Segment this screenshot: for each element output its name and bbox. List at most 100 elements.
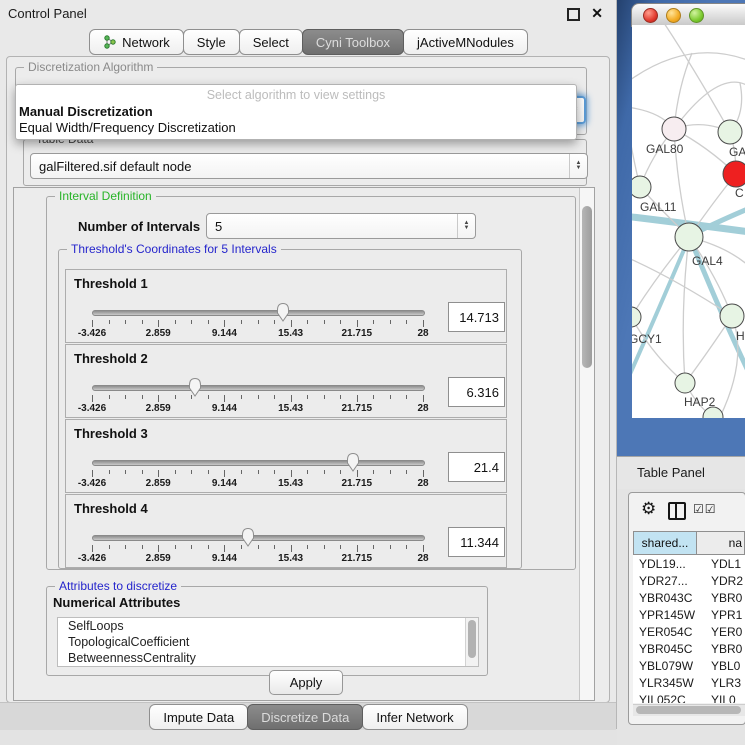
slider-track[interactable] — [92, 310, 425, 316]
table-column-header-shared[interactable]: shared... — [633, 531, 697, 555]
stepper-arrows-icon[interactable]: ▲ ▼ — [457, 214, 475, 238]
network-window-titlebar[interactable] — [631, 3, 745, 27]
tick-mark — [158, 395, 159, 402]
tick-mark — [191, 320, 192, 324]
tick-mark — [324, 470, 325, 474]
gear-icon[interactable]: ⚙ — [641, 499, 656, 519]
slider-track[interactable] — [92, 535, 425, 541]
network-node[interactable] — [675, 373, 695, 393]
table-row[interactable]: YIL052CYIL0 — [633, 691, 745, 703]
network-node[interactable] — [720, 304, 744, 328]
network-node[interactable] — [632, 307, 641, 327]
tick-label: -3.426 — [78, 328, 106, 339]
threshold-label: Threshold 2 — [74, 351, 148, 366]
settings-scrollbar[interactable] — [579, 188, 594, 700]
attributes-scrollbar-thumb[interactable] — [468, 620, 476, 658]
table-row[interactable]: YDR27...YDR2 — [633, 572, 745, 589]
tick-label: -3.426 — [78, 478, 106, 489]
numerical-attributes-list[interactable]: SelfLoopsTopologicalCoefficientBetweenne… — [57, 617, 479, 667]
tab-cyni-toolbox[interactable]: Cyni Toolbox — [302, 29, 404, 55]
slider-track[interactable] — [92, 460, 425, 466]
bottom-tab-impute-data[interactable]: Impute Data — [149, 704, 248, 730]
network-node[interactable] — [675, 223, 703, 251]
attributes-scrollbar[interactable] — [465, 618, 478, 666]
tab-network[interactable]: Network — [89, 29, 184, 55]
table-row[interactable]: YER054CYER0 — [633, 623, 745, 640]
bottom-tab-discretize-data[interactable]: Discretize Data — [247, 704, 363, 730]
tick-label: 15.43 — [278, 478, 303, 489]
table-data-combobox[interactable]: galFiltered.sif default node ▲ ▼ — [30, 153, 588, 179]
tick-mark — [357, 320, 358, 327]
column-layout-icon[interactable] — [668, 502, 686, 520]
threshold-value-field[interactable]: 6.316 — [448, 377, 505, 407]
algorithm-option-manual-discretization[interactable]: Manual Discretization — [18, 104, 574, 120]
tick-mark — [125, 395, 126, 399]
close-window-icon[interactable] — [643, 8, 658, 23]
stepper-arrows-icon[interactable]: ▲ ▼ — [569, 154, 587, 178]
tick-mark — [423, 545, 424, 552]
slider-handle[interactable] — [275, 301, 291, 323]
zoom-window-icon[interactable] — [689, 8, 704, 23]
algorithm-option-equal-width-frequency-discretization[interactable]: Equal Width/Frequency Discretization — [18, 120, 574, 136]
stepper-down-icon: ▼ — [464, 226, 470, 231]
tick-mark — [241, 395, 242, 399]
threshold-label: Threshold 3 — [74, 426, 148, 441]
attribute-item-selfloops[interactable]: SelfLoops — [58, 618, 478, 634]
network-edge[interactable] — [632, 238, 689, 383]
table-row[interactable]: YLR345WYLR3 — [633, 674, 745, 691]
slider-tick-marks — [92, 470, 423, 478]
close-icon[interactable]: ✕ — [591, 5, 603, 22]
thresholds-group: Threshold's Coordinates for 5 Intervals … — [58, 249, 522, 569]
table-column-header-na[interactable]: na — [697, 531, 745, 555]
network-edge[interactable] — [632, 53, 745, 83]
slider-handle[interactable] — [240, 526, 256, 548]
minimize-window-icon[interactable] — [666, 8, 681, 23]
tick-mark — [373, 545, 374, 549]
tick-mark — [158, 545, 159, 552]
tick-mark — [406, 320, 407, 324]
table-row[interactable]: YDL19...YDL1 — [633, 555, 745, 572]
table-row[interactable]: YBL079WYBL0 — [633, 657, 745, 674]
network-edge[interactable] — [683, 237, 689, 383]
threshold-value-field[interactable]: 14.713 — [448, 302, 505, 332]
threshold-value-field[interactable]: 11.344 — [448, 527, 505, 557]
slider-tick-labels: -3.4262.8599.14415.4321.71528 — [92, 478, 423, 489]
network-view-canvas[interactable]: GAL80GACGAL11GAL4GCY1HHAP2 — [632, 25, 745, 418]
tick-mark — [158, 470, 159, 477]
attribute-item-topologicalcoefficient[interactable]: TopologicalCoefficient — [58, 634, 478, 650]
tick-mark — [258, 545, 259, 549]
network-edge[interactable] — [662, 25, 730, 132]
table-row[interactable]: YBR043CYBR0 — [633, 589, 745, 606]
tab-select[interactable]: Select — [239, 29, 303, 55]
tick-mark — [307, 320, 308, 324]
slider-track[interactable] — [92, 385, 425, 391]
bottom-tab-infer-network[interactable]: Infer Network — [362, 704, 467, 730]
network-node[interactable] — [632, 176, 651, 198]
checkbox-columns-icon[interactable]: ☑☑ — [693, 502, 717, 516]
network-icon — [103, 35, 117, 49]
tick-mark — [406, 395, 407, 399]
tick-mark — [92, 320, 93, 327]
table-cell: YDL1 — [703, 557, 745, 571]
network-node[interactable] — [718, 120, 742, 144]
apply-button[interactable]: Apply — [269, 670, 343, 695]
tab-jactivemnodules[interactable]: jActiveMNodules — [403, 29, 528, 55]
table-cell: YBR0 — [703, 591, 745, 605]
slider-handle[interactable] — [187, 376, 203, 398]
network-node[interactable] — [662, 117, 686, 141]
tab-style[interactable]: Style — [183, 29, 240, 55]
tick-mark — [208, 545, 209, 549]
stepper-down-icon: ▼ — [576, 166, 582, 171]
tick-mark — [175, 395, 176, 399]
network-node[interactable] — [723, 161, 745, 187]
table-row[interactable]: YBR045CYBR0 — [633, 640, 745, 657]
slider-handle[interactable] — [345, 451, 361, 473]
table-row[interactable]: YPR145WYPR1 — [633, 606, 745, 623]
attribute-item-betweennesscentrality[interactable]: BetweennessCentrality — [58, 650, 478, 666]
float-window-icon[interactable] — [567, 8, 580, 21]
number-of-intervals-combobox[interactable]: 5 ▲ ▼ — [206, 213, 476, 239]
table-hscrollbar-thumb[interactable] — [636, 706, 741, 714]
threshold-value-field[interactable]: 21.4 — [448, 452, 505, 482]
table-horizontal-scrollbar[interactable] — [633, 704, 745, 716]
settings-scrollbar-thumb[interactable] — [582, 206, 592, 368]
